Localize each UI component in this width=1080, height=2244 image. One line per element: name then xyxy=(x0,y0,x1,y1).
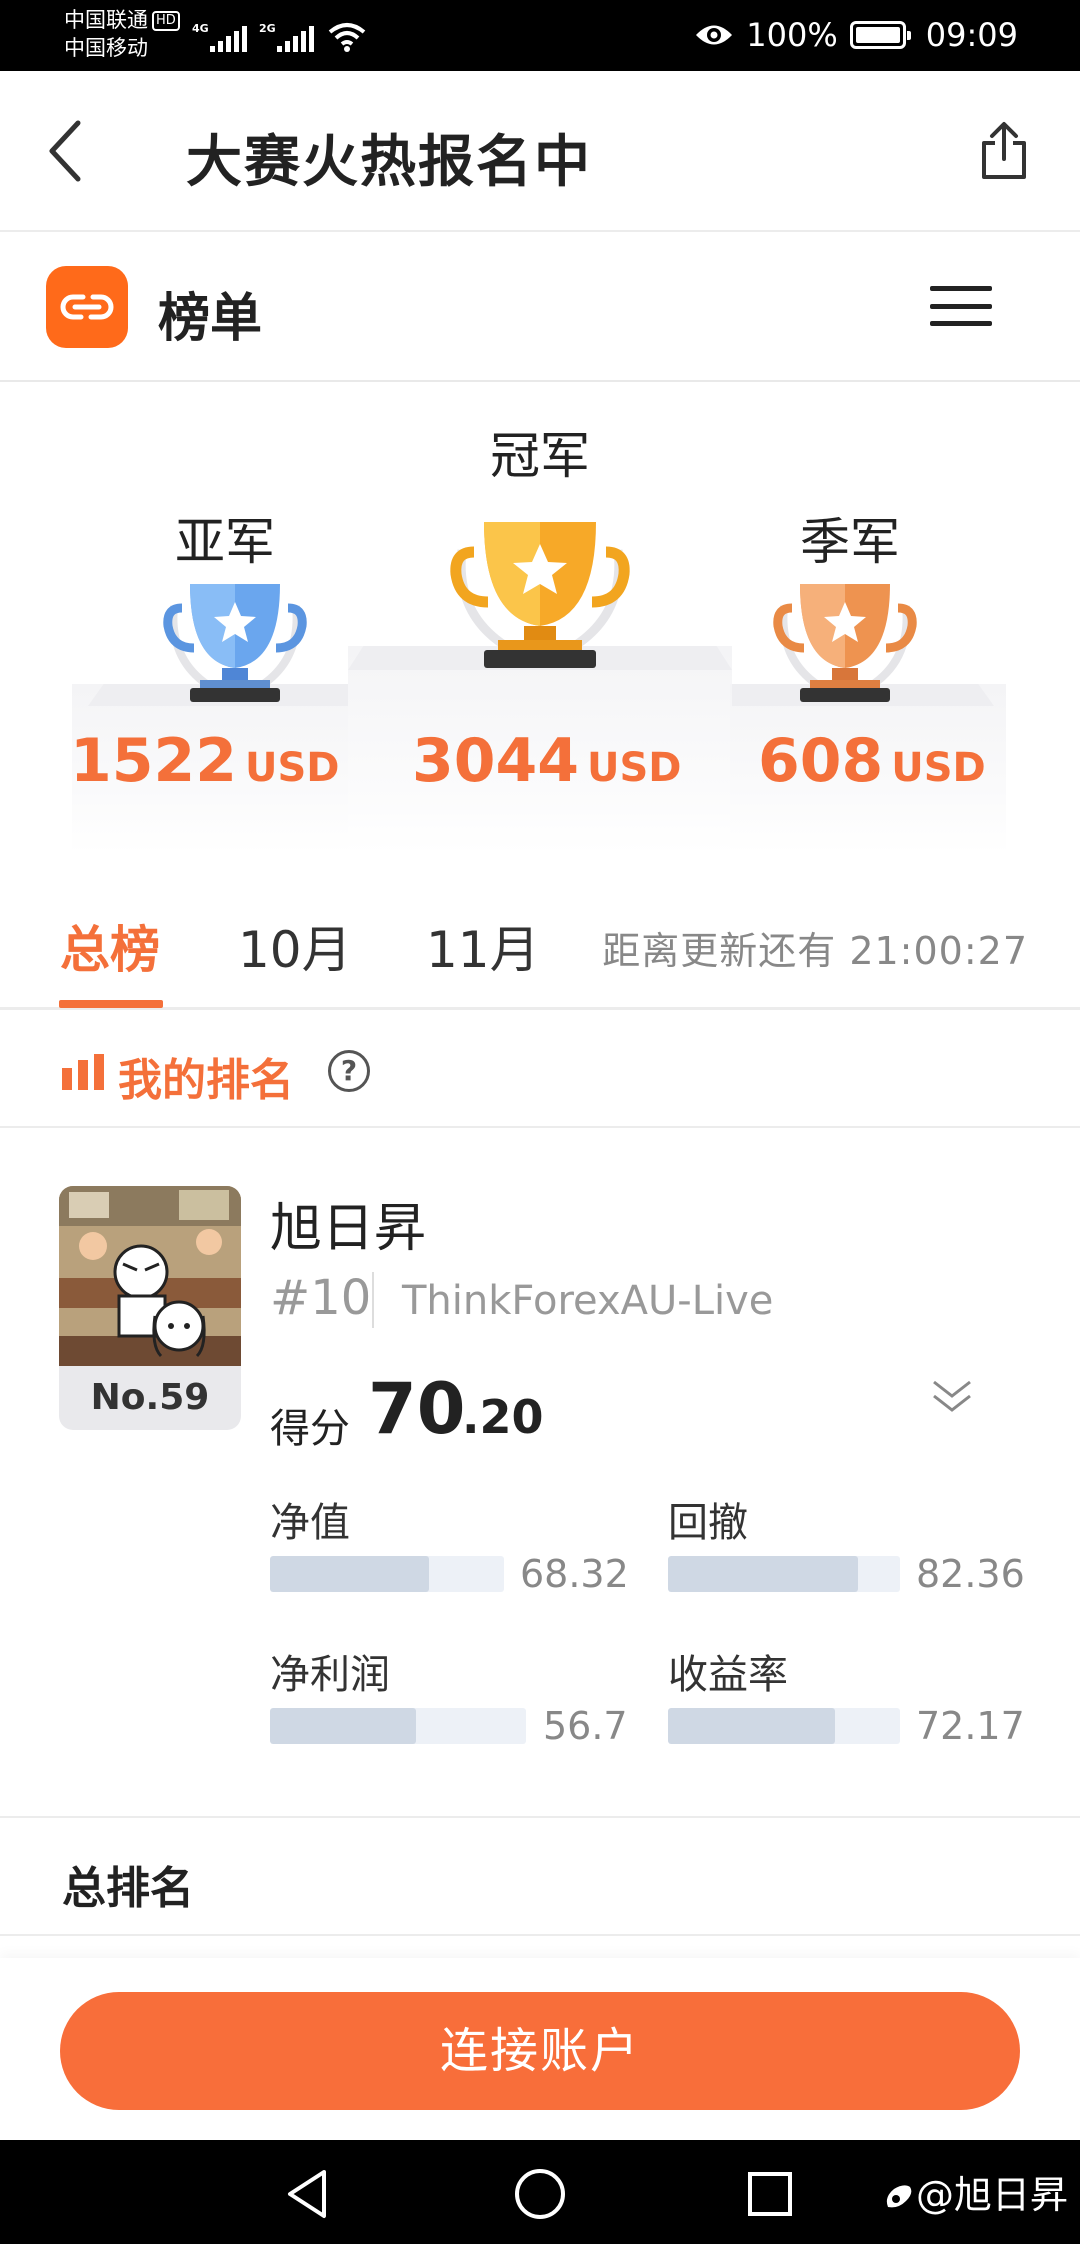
prize-unit: USD xyxy=(587,745,682,791)
page-title: 大赛火热报名中 xyxy=(186,130,592,195)
total-ranking-header: 总排名 xyxy=(0,1816,1080,1936)
active-tab-indicator xyxy=(59,1000,163,1008)
section-title: 榜单 xyxy=(158,289,263,349)
tab-november[interactable]: 11月 xyxy=(426,910,540,982)
silver-trophy-icon xyxy=(163,584,307,702)
metric-value-drawdown: 82.36 xyxy=(916,1552,1025,1596)
tab-october[interactable]: 10月 xyxy=(238,910,352,982)
eye-icon xyxy=(696,25,733,45)
broker-account: ThinkForexAU-Live xyxy=(402,1278,774,1324)
help-icon[interactable]: ? xyxy=(328,1050,370,1092)
hd-badge: HD xyxy=(152,11,180,31)
metric-label-return-rate: 收益率 xyxy=(668,1652,788,1698)
share-icon xyxy=(982,122,1026,179)
watermark-text: @旭日昇 xyxy=(915,2173,1068,2217)
system-nav-bar: @旭日昇 xyxy=(0,2140,1080,2244)
metric-value-return-rate: 72.17 xyxy=(916,1704,1025,1748)
metric-fill xyxy=(668,1556,859,1592)
user-name: 旭日昇 xyxy=(270,1199,427,1259)
metric-label-net-value: 净值 xyxy=(270,1500,350,1546)
carrier-2: 中国移动 xyxy=(64,36,148,60)
bronze-trophy-icon xyxy=(773,584,917,702)
hamburger-line xyxy=(930,286,992,291)
first-place-prize: 3044 USD xyxy=(412,726,682,796)
prize-amount: 608 xyxy=(758,726,884,796)
nav-back-icon[interactable] xyxy=(280,2166,336,2222)
score-decimal: .20 xyxy=(462,1390,544,1444)
prize-amount: 1522 xyxy=(70,726,237,796)
update-countdown: 距离更新还有 21:00:27 xyxy=(602,929,1028,973)
user-rank: #10 xyxy=(270,1270,372,1326)
metric-label-net-profit: 净利润 xyxy=(270,1652,390,1698)
my-ranking-header: 我的排名 ? xyxy=(0,1010,1080,1128)
third-place-label: 季军 xyxy=(800,513,900,571)
carrier-1: 中国联通 xyxy=(64,8,148,32)
nav-recents-icon[interactable] xyxy=(742,2166,798,2222)
app-logo xyxy=(46,266,128,348)
gold-trophy-icon xyxy=(450,522,630,668)
bar-chart-icon xyxy=(62,1054,104,1090)
weibo-logo-icon xyxy=(886,2185,912,2208)
metric-label-drawdown: 回撤 xyxy=(668,1500,748,1546)
metric-bar-drawdown xyxy=(668,1556,900,1592)
signal-4g-icon: 4G xyxy=(192,22,247,52)
tab-overall[interactable]: 总榜 xyxy=(60,910,160,982)
watermark: @旭日昇 xyxy=(882,2164,1068,2219)
divider xyxy=(372,1272,374,1328)
status-right: 100% 09:09 xyxy=(694,10,1018,60)
my-ranking-card: No.59 旭日昇 #10 ThinkForexAU-Live 得分 70 .2… xyxy=(0,1128,1080,1816)
hamburger-line xyxy=(930,303,992,309)
metric-bar-net-profit xyxy=(270,1708,526,1744)
prize-unit: USD xyxy=(891,745,986,791)
metric-fill xyxy=(270,1708,416,1744)
back-button[interactable] xyxy=(36,115,96,187)
first-place-label: 冠军 xyxy=(490,427,590,485)
tab-bar: 总榜 10月 11月 距离更新还有 21:00:27 xyxy=(0,854,1080,1010)
second-place-label: 亚军 xyxy=(175,513,275,571)
signal-2g-icon: 2G xyxy=(259,22,314,52)
second-place-prize: 1522 USD xyxy=(70,726,340,796)
metric-value-net-value: 68.32 xyxy=(520,1552,629,1596)
my-ranking-title: 我的排名 xyxy=(118,1055,294,1106)
signal-icons: 4G 2G xyxy=(192,16,366,52)
avatar-rank-number: No.59 xyxy=(90,1377,210,1418)
chevron-down-icon[interactable] xyxy=(930,1376,974,1416)
avatar-cartoon-image xyxy=(59,1186,241,1366)
prize-amount: 3044 xyxy=(412,726,579,796)
metric-fill xyxy=(270,1556,430,1592)
share-button[interactable] xyxy=(972,119,1036,183)
hamburger-line xyxy=(930,321,992,326)
battery-percent: 100% xyxy=(746,16,838,54)
battery-icon xyxy=(849,21,911,49)
back-arrow-icon xyxy=(49,120,81,182)
clock: 09:09 xyxy=(925,16,1018,54)
bottom-action-area: 连接账户 xyxy=(0,1958,1080,2140)
title-bar: 大赛火热报名中 xyxy=(0,71,1080,232)
metric-bar-net-value xyxy=(270,1556,504,1592)
metric-bar-return-rate xyxy=(668,1708,900,1744)
wifi-icon xyxy=(328,23,366,52)
connect-account-button[interactable]: 连接账户 xyxy=(60,1992,1020,2110)
prize-unit: USD xyxy=(245,745,340,791)
metric-value-net-profit: 56.7 xyxy=(543,1704,628,1748)
status-bar: 中国联通 HD 中国移动 4G 2G 100% 09:09 xyxy=(0,0,1080,71)
avatar[interactable]: No.59 xyxy=(59,1186,241,1430)
nav-home-icon[interactable] xyxy=(512,2166,568,2222)
score-integer: 70 xyxy=(368,1368,466,1450)
section-header: 榜单 xyxy=(0,232,1080,382)
menu-button[interactable] xyxy=(930,286,992,326)
third-place-prize: 608 USD xyxy=(758,726,986,796)
link-logo-icon xyxy=(60,294,114,320)
total-ranking-title: 总排名 xyxy=(62,1863,194,1914)
score-label: 得分 xyxy=(270,1406,350,1452)
carrier-info: 中国联通 HD 中国移动 xyxy=(64,6,180,62)
podium: 亚军 冠军 季军 1522 USD 3044 USD 608 USD xyxy=(0,384,1080,854)
metric-fill xyxy=(668,1708,836,1744)
